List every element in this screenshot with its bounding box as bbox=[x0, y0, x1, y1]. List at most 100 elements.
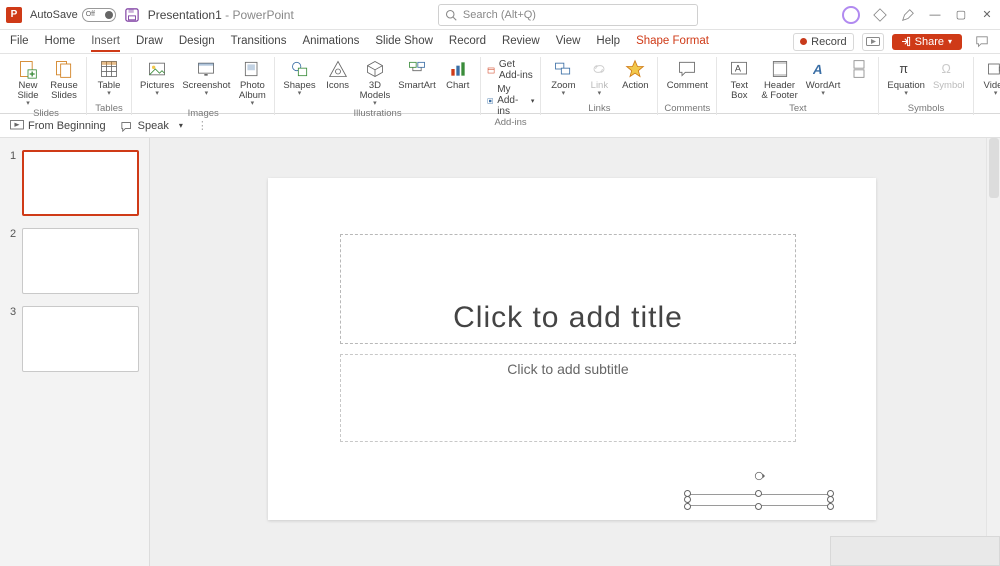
tab-file[interactable]: File bbox=[10, 32, 29, 52]
table-button[interactable]: Table▾ bbox=[93, 57, 125, 98]
photo-album-button[interactable]: PhotoAlbum▾ bbox=[236, 57, 268, 108]
vertical-scrollbar[interactable] bbox=[986, 138, 1000, 566]
diamond-icon[interactable] bbox=[872, 7, 888, 23]
chart-button[interactable]: Chart bbox=[442, 57, 474, 92]
subtitle-placeholder-text: Click to add subtitle bbox=[507, 361, 628, 377]
record-button[interactable]: Record bbox=[793, 33, 853, 51]
group-label: Links bbox=[588, 103, 610, 115]
smartart-button[interactable]: SmartArt bbox=[396, 57, 437, 92]
maximize-button[interactable]: ▢ bbox=[954, 7, 968, 23]
autosave-toggle[interactable]: Off bbox=[82, 8, 116, 22]
search-input[interactable]: Search (Alt+Q) bbox=[438, 4, 698, 26]
close-button[interactable]: ✕ bbox=[980, 7, 994, 23]
selected-text-box[interactable] bbox=[688, 494, 830, 506]
link-button[interactable]: Link▾ bbox=[583, 57, 615, 98]
slide-canvas-area[interactable]: Click to add title Click to add subtitle bbox=[150, 138, 1000, 566]
equation-icon: π bbox=[896, 59, 916, 79]
autosave-state: Off bbox=[86, 11, 95, 18]
resize-handle[interactable] bbox=[827, 496, 834, 503]
reuse-slides-button[interactable]: ReuseSlides bbox=[48, 57, 80, 102]
group-label: Illustrations bbox=[354, 108, 402, 120]
header-footer-icon bbox=[770, 59, 790, 79]
subtitle-placeholder[interactable]: Click to add subtitle bbox=[340, 354, 796, 442]
shapes-button[interactable]: Shapes▾ bbox=[281, 57, 317, 98]
tab-view[interactable]: View bbox=[556, 32, 581, 52]
from-beginning-button[interactable]: From Beginning bbox=[10, 120, 106, 132]
autosave-label: AutoSave bbox=[30, 9, 78, 21]
speak-button[interactable]: Speak▾ bbox=[120, 120, 183, 132]
zoom-button[interactable]: Zoom▾ bbox=[547, 57, 579, 98]
group-tables: Table▾ Tables bbox=[87, 57, 132, 115]
wordart-icon: A bbox=[813, 59, 833, 79]
icons-button[interactable]: Icons bbox=[322, 57, 354, 92]
tab-home[interactable]: Home bbox=[45, 32, 76, 52]
tab-design[interactable]: Design bbox=[179, 32, 215, 52]
date-icon bbox=[851, 59, 867, 79]
pen-icon[interactable] bbox=[900, 7, 916, 23]
symbol-button[interactable]: ΩSymbol bbox=[931, 57, 967, 92]
ribbon-tabs: File Home Insert Draw Design Transitions Anima… bbox=[0, 30, 1000, 54]
resize-handle[interactable] bbox=[755, 503, 762, 510]
slide-thumbnail[interactable] bbox=[22, 150, 139, 216]
resize-handle[interactable] bbox=[755, 490, 762, 497]
pictures-button[interactable]: Pictures▾ bbox=[138, 57, 176, 98]
screenshot-button[interactable]: Screenshot▾ bbox=[180, 57, 232, 98]
tab-transitions[interactable]: Transitions bbox=[231, 32, 287, 52]
comment-icon bbox=[677, 59, 697, 79]
rotate-handle[interactable] bbox=[753, 470, 765, 482]
table-icon bbox=[99, 59, 119, 79]
title-placeholder-text: Click to add title bbox=[453, 301, 683, 335]
textbox-icon: A bbox=[729, 59, 749, 79]
minimize-button[interactable]: — bbox=[928, 7, 942, 23]
title-placeholder[interactable]: Click to add title bbox=[340, 234, 796, 344]
tab-help[interactable]: Help bbox=[596, 32, 620, 52]
video-button[interactable]: Video▾ bbox=[980, 57, 1000, 98]
symbol-icon: Ω bbox=[939, 59, 959, 79]
tab-slide-show[interactable]: Slide Show bbox=[375, 32, 433, 52]
tab-animations[interactable]: Animations bbox=[302, 32, 359, 52]
slide[interactable]: Click to add title Click to add subtitle bbox=[268, 178, 876, 520]
action-icon bbox=[625, 59, 645, 79]
resize-handle[interactable] bbox=[684, 496, 691, 503]
video-icon bbox=[986, 59, 1000, 79]
group-label: Comments bbox=[664, 103, 710, 115]
share-button[interactable]: Share▾ bbox=[892, 34, 962, 50]
pictures-icon bbox=[147, 59, 167, 79]
3d-models-button[interactable]: 3DModels▾ bbox=[358, 57, 393, 108]
resize-handle[interactable] bbox=[684, 503, 691, 510]
tab-shape-format[interactable]: Shape Format bbox=[636, 32, 709, 52]
comments-pane-icon[interactable] bbox=[974, 34, 990, 50]
slide-thumbnail[interactable] bbox=[22, 228, 139, 294]
screenshot-icon bbox=[196, 59, 216, 79]
account-avatar[interactable] bbox=[842, 6, 860, 24]
record-dot-icon bbox=[800, 38, 807, 45]
group-label: Slides bbox=[33, 108, 59, 120]
chart-icon bbox=[448, 59, 468, 79]
group-symbols: πEquation▾ ΩSymbol Symbols bbox=[879, 57, 973, 115]
text-box-button[interactable]: ATextBox bbox=[723, 57, 755, 102]
tab-review[interactable]: Review bbox=[502, 32, 540, 52]
text-more-button[interactable] bbox=[846, 57, 872, 81]
action-button[interactable]: Action bbox=[619, 57, 651, 92]
resize-handle[interactable] bbox=[827, 503, 834, 510]
cube-icon bbox=[365, 59, 385, 79]
slide-thumbnail-panel[interactable]: 123 bbox=[0, 138, 150, 566]
present-from-beginning-button[interactable] bbox=[862, 33, 884, 51]
group-label: Tables bbox=[95, 103, 122, 115]
slide-thumbnail[interactable] bbox=[22, 306, 139, 372]
new-slide-button[interactable]: NewSlide▾ bbox=[12, 57, 44, 108]
group-addins: Get Add-ins My Add-ins▾ Add-ins bbox=[481, 57, 542, 115]
get-addins-button[interactable]: Get Add-ins bbox=[487, 59, 535, 81]
tab-insert[interactable]: Insert bbox=[91, 32, 120, 52]
tab-record[interactable]: Record bbox=[449, 32, 486, 52]
group-label: Text bbox=[789, 103, 806, 115]
save-icon[interactable] bbox=[124, 7, 140, 23]
group-comments: Comment Comments bbox=[658, 57, 717, 115]
group-text: ATextBox Header& Footer AWordArt▾ Text bbox=[717, 57, 879, 115]
tab-draw[interactable]: Draw bbox=[136, 32, 163, 52]
comment-button[interactable]: Comment bbox=[665, 57, 710, 92]
my-addins-button[interactable]: My Add-ins▾ bbox=[487, 84, 535, 117]
header-footer-button[interactable]: Header& Footer bbox=[759, 57, 799, 102]
equation-button[interactable]: πEquation▾ bbox=[885, 57, 927, 98]
wordart-button[interactable]: AWordArt▾ bbox=[804, 57, 843, 98]
